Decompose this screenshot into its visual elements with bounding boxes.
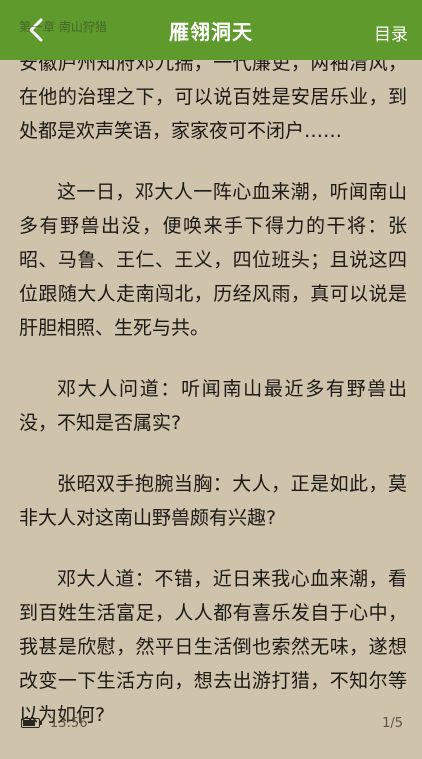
paragraph: 这一日，邓大人一阵心血来潮，听闻南山多有野兽出没，便唤来手下得力的干将：张昭、马… (19, 181, 407, 339)
chapter-title: 第一章 南山狩猎 (19, 20, 107, 34)
battery-level (23, 720, 35, 726)
paragraph: 邓大人问道：听闻南山最近多有野兽出没，不知是否属实? (19, 378, 407, 434)
reading-content: 安徽庐州知府邓九揣，一代廉吏，两袖清风，在他的治理之下，可以说百姓是安居乐业，到… (19, 46, 407, 759)
paragraph: 安徽庐州知府邓九揣，一代廉吏，两袖清风，在他的治理之下，可以说百姓是安居乐业，到… (19, 52, 407, 142)
reader-status-bar: 13:56 1/5 (0, 712, 422, 736)
paragraph: 邓大人道：不错，近日来我心血来潮，看到百姓生活富足，人人都有喜乐发自于心中，我甚… (19, 568, 407, 726)
paragraph: 张昭双手抱腕当胸：大人，正是如此，莫非大人对这南山野兽颇有兴趣? (19, 473, 407, 529)
page-indicator: 1/5 (382, 716, 403, 731)
clock-time: 13:56 (50, 716, 88, 731)
table-of-contents-button[interactable]: 目录 (374, 20, 408, 45)
battery-icon (21, 718, 42, 728)
